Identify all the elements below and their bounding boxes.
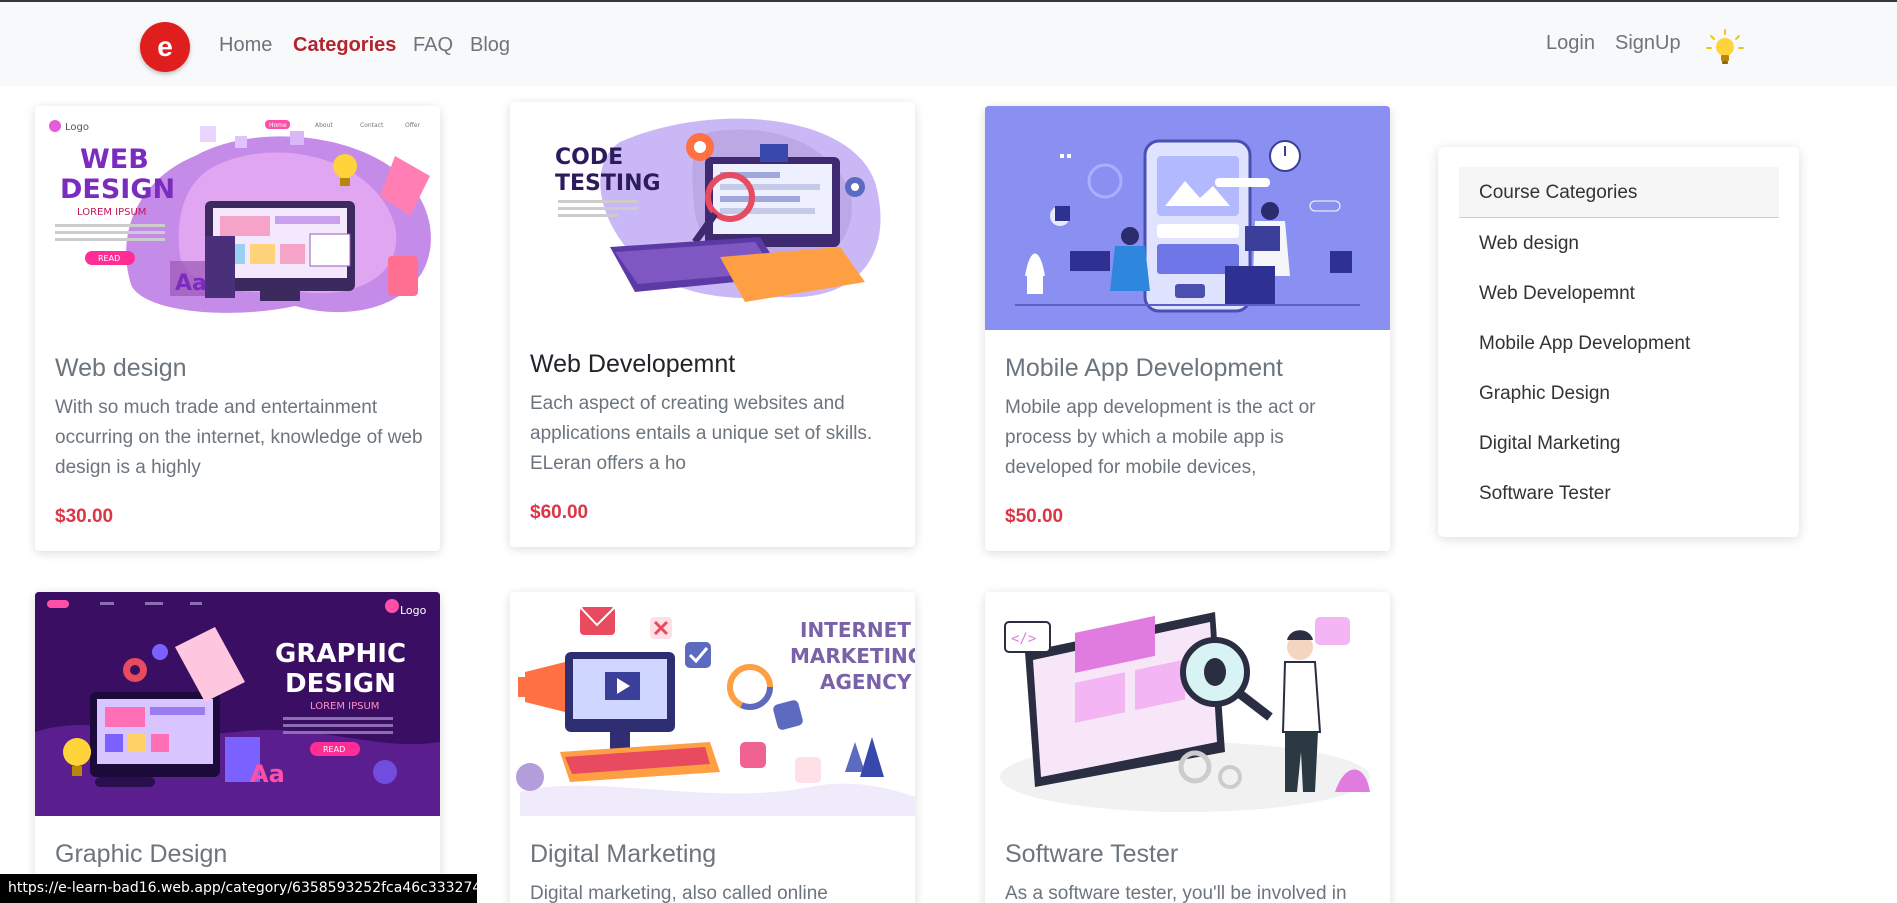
svg-text:MARKETING: MARKETING bbox=[790, 644, 915, 668]
svg-text:About: About bbox=[315, 122, 333, 129]
graphic-design-image-logo: Logo bbox=[400, 604, 427, 617]
code-testing-illustration: CODE TESTING bbox=[510, 102, 915, 326]
card-title: Digital Marketing bbox=[530, 840, 717, 868]
svg-text:DESIGN: DESIGN bbox=[60, 174, 175, 205]
web-design-image-heading: WEB bbox=[80, 144, 149, 175]
course-card-software-tester[interactable]: </> Software Tester As a software tester… bbox=[985, 592, 1390, 903]
course-card-web-design[interactable]: Aa Logo Home About Contact Offer WEB DES… bbox=[35, 106, 440, 551]
category-item-graphic-design[interactable]: Graphic Design bbox=[1479, 383, 1610, 405]
svg-text:LOREM IPSUM: LOREM IPSUM bbox=[310, 701, 379, 712]
svg-text:Offer: Offer bbox=[405, 122, 421, 129]
svg-text:</>: </> bbox=[1011, 631, 1036, 647]
svg-text:Aa: Aa bbox=[250, 760, 285, 788]
svg-text:DESIGN: DESIGN bbox=[285, 669, 396, 699]
card-description: Mobile app development is the act or pro… bbox=[1005, 397, 1316, 478]
card-description: As a software tester, you'll be involved… bbox=[1005, 883, 1347, 903]
nav-home-link[interactable]: Home bbox=[219, 34, 272, 57]
svg-text:Aa: Aa bbox=[175, 271, 207, 296]
nav-faq-link[interactable]: FAQ bbox=[413, 34, 453, 57]
card-title: Web design bbox=[55, 354, 187, 382]
code-testing-heading: CODE bbox=[555, 145, 623, 170]
site-logo[interactable]: e bbox=[140, 22, 190, 72]
web-design-image-logo: Logo bbox=[65, 122, 89, 133]
graphic-design-heading: GRAPHIC bbox=[275, 639, 406, 669]
theme-toggle-bulb-icon[interactable] bbox=[1705, 28, 1745, 68]
card-description: Digital marketing, also called online bbox=[530, 883, 828, 903]
svg-text:LOREM IPSUM: LOREM IPSUM bbox=[77, 207, 146, 218]
course-card-web-development[interactable]: CODE TESTING Web Developemnt Each aspect… bbox=[510, 102, 915, 547]
card-title: Mobile App Development bbox=[1005, 354, 1283, 382]
navbar: e Home Categories FAQ Blog Login SignUp bbox=[0, 2, 1897, 86]
course-categories-panel: Course Categories Web design Web Develop… bbox=[1438, 147, 1799, 537]
signup-link[interactable]: SignUp bbox=[1615, 32, 1681, 55]
card-price: $30.00 bbox=[55, 506, 114, 527]
category-item-mobile-app[interactable]: Mobile App Development bbox=[1479, 333, 1690, 355]
svg-text:AGENCY: AGENCY bbox=[820, 670, 912, 694]
svg-text:Home: Home bbox=[269, 122, 287, 129]
svg-text:Contact: Contact bbox=[360, 122, 384, 129]
course-card-mobile-app[interactable]: Mobile App Development Mobile app develo… bbox=[985, 106, 1390, 551]
category-item-digital-marketing[interactable]: Digital Marketing bbox=[1479, 433, 1621, 455]
nav-categories-link[interactable]: Categories bbox=[293, 34, 396, 57]
course-card-digital-marketing[interactable]: INTERNET MARKETING AGENCY Digital Market… bbox=[510, 592, 915, 903]
login-link[interactable]: Login bbox=[1546, 32, 1595, 55]
digital-marketing-heading: INTERNET bbox=[800, 618, 911, 642]
course-card-graphic-design[interactable]: Logo Aa GRAPHIC DESIGN LOREM IPSUM READ … bbox=[35, 592, 440, 903]
card-description: Each aspect of creating websites and app… bbox=[530, 393, 873, 474]
card-title: Graphic Design bbox=[55, 840, 228, 868]
software-tester-illustration: </> bbox=[985, 592, 1390, 816]
graphic-design-illustration: Logo Aa GRAPHIC DESIGN LOREM IPSUM READ bbox=[35, 592, 440, 816]
card-description: With so much trade and entertainment occ… bbox=[55, 397, 423, 478]
category-item-web-design[interactable]: Web design bbox=[1479, 233, 1579, 255]
nav-blog-link[interactable]: Blog bbox=[470, 34, 510, 57]
web-design-illustration: Aa Logo Home About Contact Offer WEB DES… bbox=[35, 106, 440, 330]
browser-status-url: https://e-learn-bad16.web.app/category/6… bbox=[0, 874, 477, 903]
categories-header: Course Categories bbox=[1459, 167, 1779, 218]
card-price: $50.00 bbox=[1005, 506, 1064, 527]
card-price: $60.00 bbox=[530, 502, 589, 523]
card-title: Software Tester bbox=[1005, 840, 1179, 868]
svg-text:READ: READ bbox=[323, 745, 345, 754]
category-item-software-tester[interactable]: Software Tester bbox=[1479, 483, 1611, 505]
mobile-app-illustration bbox=[985, 106, 1390, 330]
svg-text:TESTING: TESTING bbox=[555, 171, 661, 196]
card-title: Web Developemnt bbox=[530, 350, 736, 378]
category-item-web-development[interactable]: Web Developemnt bbox=[1479, 283, 1635, 305]
svg-text:READ: READ bbox=[98, 254, 120, 263]
digital-marketing-illustration: INTERNET MARKETING AGENCY bbox=[510, 592, 915, 816]
